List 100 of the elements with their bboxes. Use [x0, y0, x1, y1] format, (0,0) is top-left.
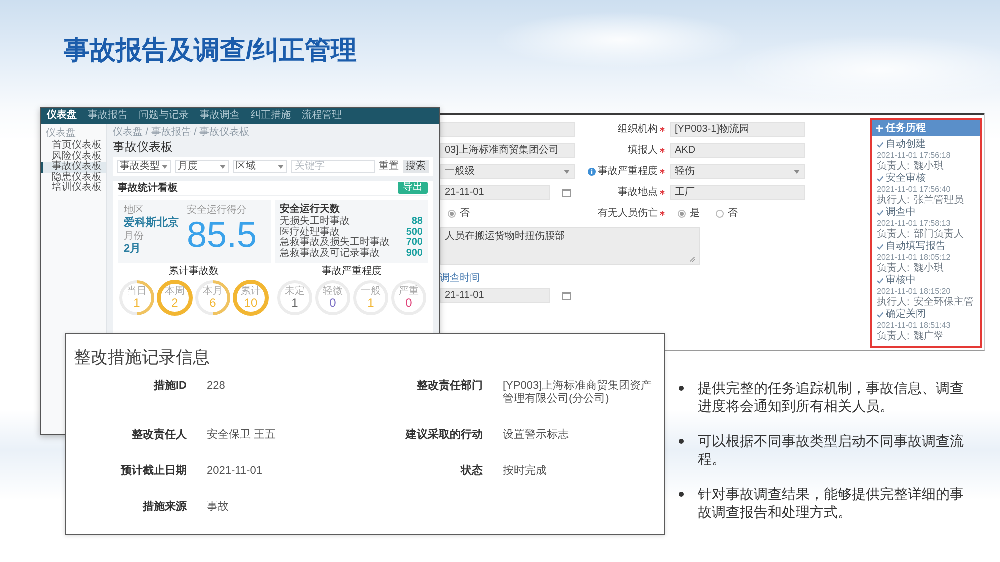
region-label: 地区 — [124, 205, 144, 216]
select-field[interactable]: 一般级 — [440, 164, 575, 179]
person-role: 负责人: — [877, 162, 910, 172]
field-value: 2021-11-01 — [207, 465, 262, 478]
field-label: 建议采取的行动 — [406, 429, 483, 442]
ring-label: 本周 — [165, 286, 185, 296]
stat-value: 500 — [406, 228, 423, 238]
input-field[interactable]: AKD — [670, 143, 805, 158]
person-role: 负责人: — [877, 264, 910, 274]
progress-ring — [195, 280, 231, 316]
step-time: 2021-11-01 17:56:18 — [877, 152, 951, 160]
radio-option[interactable]: 否 — [716, 208, 738, 219]
field-label: 有无人员伤亡 — [598, 208, 658, 219]
person-role: 负责人: — [877, 332, 910, 342]
field-label: 组织机构 — [618, 124, 658, 135]
input-field[interactable]: 工厂 — [670, 185, 805, 200]
step-time: 2021-11-01 17:56:40 — [877, 186, 951, 194]
ring-label: 严重 — [399, 286, 419, 296]
bullet-icon — [679, 492, 684, 497]
card-title: 事故统计看板 — [118, 182, 178, 194]
calendar-icon — [562, 291, 571, 300]
nav-item[interactable]: 纠正措施 — [251, 110, 291, 122]
field-value: 228 — [207, 380, 226, 393]
step-name: 确定关闭 — [886, 310, 926, 320]
select-field[interactable]: 轻伤 — [670, 164, 805, 179]
radio-option[interactable]: 是 — [678, 208, 700, 219]
field-value: 安全保卫 王五 — [207, 429, 276, 442]
ring-value: 1 — [368, 296, 374, 310]
check-icon — [877, 176, 884, 182]
sidebar-item[interactable]: 首页仪表板 — [41, 141, 106, 152]
stat-value: 88 — [412, 217, 423, 228]
radio-icon — [448, 210, 456, 218]
filter-select[interactable]: 事故类型 — [117, 160, 171, 173]
caret-icon — [220, 164, 226, 168]
input-field[interactable] — [440, 122, 575, 137]
caret-icon — [278, 164, 284, 168]
ring-label: 轻微 — [323, 286, 343, 296]
filter-select[interactable]: 月度 — [175, 160, 229, 173]
ring-label: 本月 — [203, 286, 223, 296]
stat-label: 急救事故及损失工时事故 — [280, 238, 390, 248]
ring-label: 一般 — [361, 286, 381, 296]
breadcrumb: 仪表盘 / 事故报告 / 事故仪表板 — [113, 127, 250, 138]
ring-group-title: 事故严重程度 — [322, 266, 382, 277]
step-time: 2021-11-01 18:51:43 — [877, 322, 951, 330]
bullet-text: 针对事故调查结果，能够提供完整详细的事故调查报告和处理方式。 — [698, 485, 965, 521]
radio-icon — [678, 210, 686, 218]
person-name: 部门负责人 — [914, 230, 964, 240]
date-field[interactable]: 21-11-01 — [440, 288, 550, 303]
filter-select[interactable]: 区域 — [233, 160, 287, 173]
stat-label: 急救事故及可记录事故 — [280, 248, 380, 259]
field-label: 整改责任部门 — [417, 380, 483, 393]
score-value: 85.5 — [187, 216, 258, 254]
person-name: 魏小琪 — [914, 162, 944, 172]
step-name: 自动创建 — [886, 140, 926, 150]
field-value: 设置警示标志 — [503, 429, 569, 442]
ring-value: 1 — [134, 296, 140, 310]
field-label: 措施来源 — [143, 501, 187, 514]
input-field[interactable]: [YP003-1]物流园 — [670, 122, 805, 137]
panel-title: 任务历程 — [886, 122, 926, 134]
nav-item[interactable]: 事故调查 — [200, 110, 240, 122]
radio-option[interactable]: 否 — [448, 208, 470, 219]
field-value: 事故 — [207, 501, 229, 514]
sidebar-heading: 仪表盘 — [45, 128, 76, 139]
resize-grip-icon — [690, 257, 695, 262]
field-label: 状态 — [461, 465, 483, 478]
ring-label: 当日 — [127, 286, 147, 296]
person-role: 负责人: — [877, 230, 910, 240]
person-role: 执行人: — [877, 298, 910, 308]
step-time: 2021-11-01 18:15:20 — [877, 288, 951, 296]
field-label: 预计截止日期 — [121, 465, 187, 478]
sidebar-item[interactable]: 事故仪表板 — [41, 162, 106, 172]
progress-ring — [233, 280, 269, 316]
nav-item[interactable]: 流程管理 — [302, 110, 342, 122]
ring-value: 1 — [292, 296, 298, 310]
step-name: 安全审核 — [886, 174, 926, 184]
input-field[interactable]: 03]上海标准商贸集团公司 — [440, 143, 575, 158]
person-role: 执行人: — [877, 196, 910, 206]
step-time: 2021-11-01 17:58:13 — [877, 220, 951, 228]
caret-icon — [794, 170, 800, 174]
caret-icon — [162, 164, 168, 168]
field-value: [YP003]上海标准商贸集团资产管理有限公司(分公司) — [503, 380, 654, 406]
ring-value: 6 — [210, 296, 216, 310]
field-label: 填报人 — [628, 145, 658, 156]
plus-icon — [876, 124, 883, 132]
nav-item[interactable]: 仪表盘 — [47, 110, 77, 122]
search-button[interactable]: 搜索 — [403, 160, 429, 173]
person-name: 安全环保主管 — [914, 298, 974, 308]
reset-button[interactable]: 重置 — [379, 161, 399, 172]
stat-value: 900 — [406, 248, 423, 259]
nav-item[interactable]: 事故报告 — [88, 110, 128, 122]
text-area[interactable]: 人员在搬运货物时扭伤腰部 — [440, 227, 700, 265]
check-icon — [877, 244, 884, 250]
month-value: 2月 — [124, 243, 142, 256]
sidebar-item[interactable]: 隐患仪表板 — [41, 172, 106, 183]
sidebar-item[interactable]: 风险仪表板 — [41, 152, 106, 162]
caret-icon — [564, 170, 570, 174]
nav-item[interactable]: 问题与记录 — [139, 110, 189, 122]
sidebar-item[interactable]: 培训仪表板 — [41, 183, 106, 194]
bullet-text: 提供完整的任务追踪机制，事故信息、调查进度将会通知到所有相关人员。 — [698, 379, 965, 415]
date-field[interactable]: 21-11-01 — [440, 185, 550, 200]
